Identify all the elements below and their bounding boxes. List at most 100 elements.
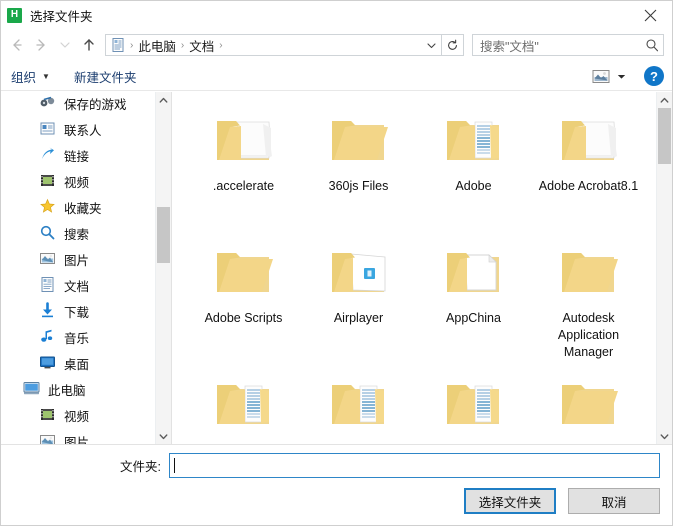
sidebar-item-label: 搜索 — [64, 227, 90, 242]
sidebar-item-1[interactable]: 联系人 — [1, 116, 155, 142]
back-button[interactable] — [5, 33, 29, 57]
scroll-down-icon[interactable] — [156, 428, 171, 444]
content-area: 保存的游戏联系人链接视频收藏夹搜索图片文档下载音乐桌面此电脑视频图片文档 .ac… — [1, 92, 672, 444]
file-item[interactable] — [186, 364, 301, 424]
search-placeholder: 搜索"文档" — [480, 39, 539, 54]
sidebar-scroll-thumb[interactable] — [157, 207, 170, 263]
file-item[interactable]: Adobe Scripts — [186, 232, 301, 364]
view-mode-chevron-down-icon[interactable] — [612, 67, 630, 85]
footer-buttons: 选择文件夹 取消 — [1, 479, 672, 514]
videos-icon — [39, 172, 57, 190]
organize-button[interactable]: 组织 ▼ — [11, 67, 50, 86]
files-scrollbar[interactable] — [656, 92, 672, 444]
search-icon[interactable] — [641, 38, 663, 52]
sidebar-item-label: 图片 — [64, 253, 90, 268]
sidebar-item-2[interactable]: 链接 — [1, 142, 155, 168]
folder-icon — [326, 108, 392, 170]
up-button[interactable] — [77, 33, 101, 57]
sidebar-item-6[interactable]: 图片 — [1, 246, 155, 272]
folder-with-files-icon — [441, 372, 507, 424]
file-row-clipped — [186, 364, 656, 424]
select-folder-dialog: H 选择文件夹 › 此电脑 › 文档 › 搜索"文档" 组织 ▼ 新建文件夹 ?… — [0, 0, 673, 526]
sidebar-item-label: 联系人 — [64, 123, 102, 138]
chevron-down-icon[interactable] — [421, 35, 441, 55]
breadcrumb-item-this-pc[interactable]: 此电脑 — [135, 36, 179, 55]
sidebar-item-9[interactable]: 音乐 — [1, 324, 155, 350]
file-name: Autodesk Application Manager — [557, 311, 620, 359]
file-item[interactable] — [416, 364, 531, 424]
sidebar-scrollbar[interactable] — [155, 92, 171, 444]
folder-with-files-icon — [326, 372, 392, 424]
address-bar: › 此电脑 › 文档 › 搜索"文档" — [1, 29, 672, 61]
videos-icon — [39, 406, 57, 424]
toolbar-right: ? — [590, 61, 664, 91]
recent-locations-button[interactable] — [53, 33, 77, 57]
folder-with-files-icon — [441, 108, 507, 170]
folder-icon — [211, 240, 277, 302]
folder-with-papers-icon — [211, 108, 277, 170]
file-item[interactable]: Airplayer — [301, 232, 416, 364]
sidebar-item-8[interactable]: 下载 — [1, 298, 155, 324]
new-folder-button[interactable]: 新建文件夹 — [74, 67, 137, 86]
file-name: Adobe Acrobat8.1 — [538, 179, 639, 193]
file-grid: .accelerate 360js Files Adobe Adobe Acrobat… — [172, 92, 656, 444]
file-item[interactable]: .accelerate — [186, 100, 301, 232]
sidebar-item-label: 音乐 — [64, 331, 90, 346]
scroll-up-icon[interactable] — [657, 92, 672, 108]
title-bar: H 选择文件夹 — [1, 1, 672, 29]
folder-input[interactable] — [169, 452, 660, 478]
file-name: AppChina — [446, 311, 501, 325]
cancel-button[interactable]: 取消 — [568, 488, 660, 514]
links-icon — [39, 146, 57, 164]
close-icon[interactable] — [628, 1, 672, 29]
files-scroll-thumb[interactable] — [658, 108, 671, 164]
folder-with-files-icon — [211, 372, 277, 424]
forward-button[interactable] — [29, 33, 53, 57]
sidebar-item-label: 视频 — [64, 409, 90, 424]
folder-with-papers-icon — [556, 108, 622, 170]
file-row: .accelerate 360js Files Adobe Adobe Acrobat… — [186, 100, 656, 232]
select-folder-button[interactable]: 选择文件夹 — [464, 488, 556, 514]
scroll-up-icon[interactable] — [156, 92, 171, 108]
sidebar-item-10[interactable]: 桌面 — [1, 350, 155, 376]
scroll-down-icon[interactable] — [657, 428, 672, 444]
file-item[interactable]: Autodesk Application Manager — [531, 232, 646, 364]
desktop-icon — [39, 354, 57, 372]
file-item[interactable] — [301, 364, 416, 424]
file-name: 360js Files — [328, 179, 389, 193]
breadcrumb-separator: › — [219, 39, 223, 51]
folder-label: 文件夹: — [120, 459, 161, 474]
sidebar-item-5[interactable]: 搜索 — [1, 220, 155, 246]
file-item[interactable]: Adobe Acrobat8.1 — [531, 100, 646, 232]
sidebar-item-7[interactable]: 文档 — [1, 272, 155, 298]
refresh-icon[interactable] — [442, 34, 464, 56]
sidebar-item-11[interactable]: 此电脑 — [1, 376, 155, 402]
new-folder-label: 新建文件夹 — [73, 70, 137, 85]
file-item[interactable]: 360js Files — [301, 100, 416, 232]
sidebar-item-label: 此电脑 — [48, 383, 86, 398]
sidebar-item-13[interactable]: 图片 — [1, 428, 155, 444]
help-button[interactable]: ? — [644, 66, 664, 86]
app-icon: H — [7, 7, 22, 23]
sidebar-item-label: 图片 — [64, 435, 90, 445]
view-mode-icon[interactable] — [590, 67, 612, 85]
sidebar-item-12[interactable]: 视频 — [1, 402, 155, 428]
search-input[interactable]: 搜索"文档" — [472, 34, 664, 56]
sidebar-item-label: 保存的游戏 — [64, 97, 127, 112]
sidebar-item-0[interactable]: 保存的游戏 — [1, 92, 155, 116]
breadcrumb[interactable]: › 此电脑 › 文档 › — [105, 34, 442, 56]
searches-icon — [39, 224, 57, 242]
saved-games-icon — [39, 94, 57, 112]
file-item[interactable]: AppChina — [416, 232, 531, 364]
sidebar-item-label: 文档 — [64, 279, 90, 294]
sidebar-item-3[interactable]: 视频 — [1, 168, 155, 194]
window-title: 选择文件夹 — [30, 9, 93, 24]
music-icon — [39, 328, 57, 346]
folder-icon — [556, 372, 622, 424]
file-item[interactable] — [531, 364, 646, 424]
breadcrumb-item-documents[interactable]: 文档 — [186, 36, 217, 55]
sidebar-item-4[interactable]: 收藏夹 — [1, 194, 155, 220]
file-item[interactable]: Adobe — [416, 100, 531, 232]
text-caret — [174, 457, 175, 473]
file-name: Adobe — [455, 179, 492, 193]
